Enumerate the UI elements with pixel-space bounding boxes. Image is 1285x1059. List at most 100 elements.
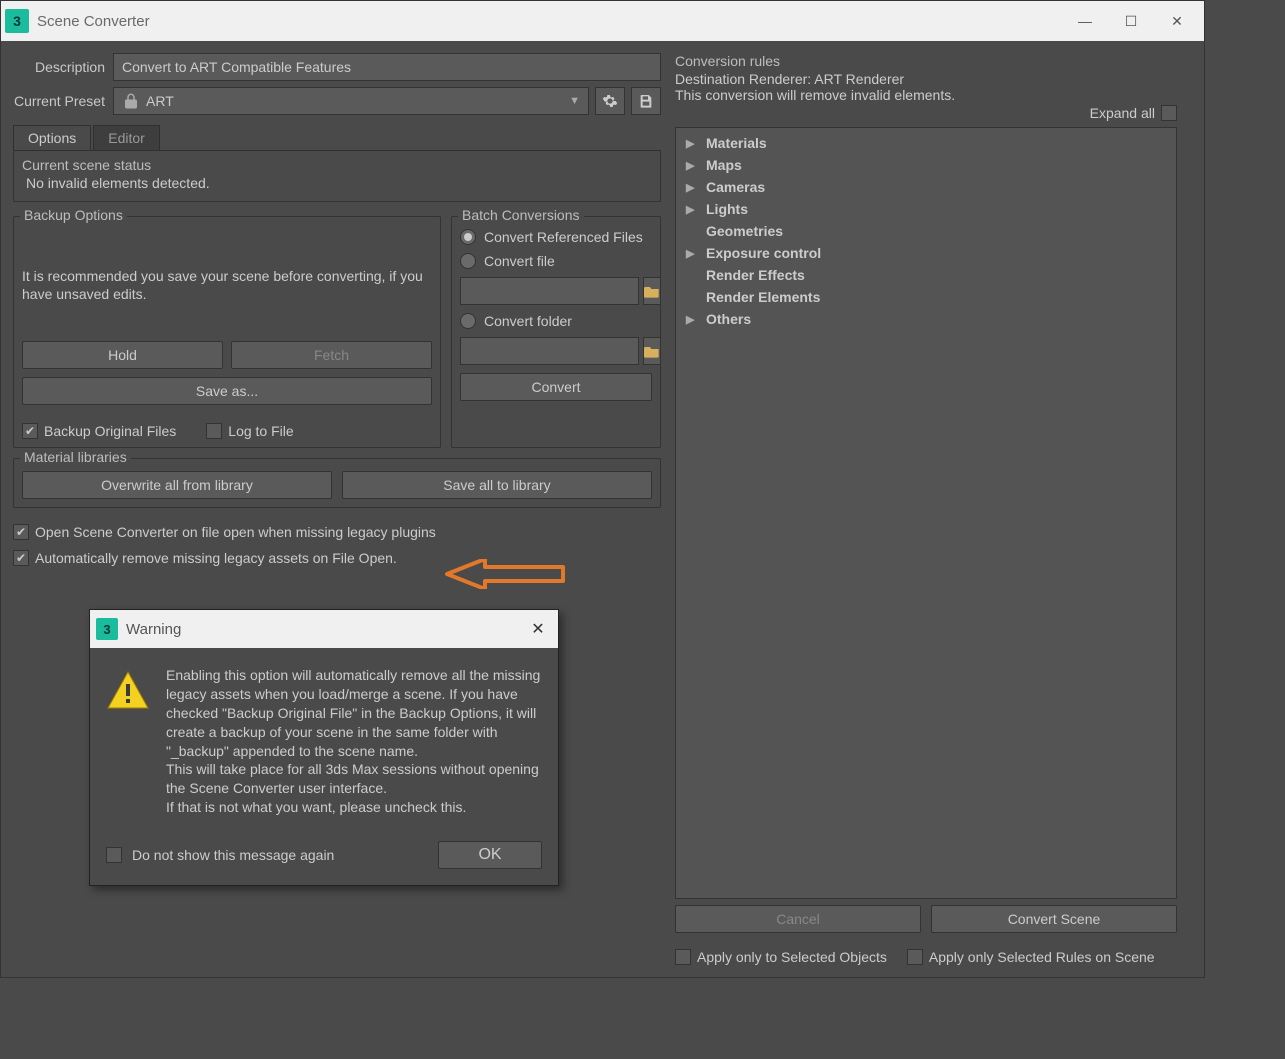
- rules-header: Conversion rules: [675, 53, 1177, 69]
- app-icon: 3: [5, 9, 29, 33]
- preset-value: ART: [146, 93, 174, 109]
- dialog-text-3: If that is not what you want, please unc…: [166, 798, 542, 817]
- auto-remove-label: Automatically remove missing legacy asse…: [35, 550, 397, 566]
- ok-button[interactable]: OK: [438, 841, 542, 869]
- status-title: Current scene status: [22, 157, 652, 173]
- status-text: No invalid elements detected.: [22, 173, 652, 193]
- tree-item[interactable]: ▶ Maps: [680, 154, 1172, 176]
- batch-title: Batch Conversions: [458, 207, 584, 223]
- chevron-down-icon: ▼: [569, 95, 580, 107]
- preset-select[interactable]: ART ▼: [113, 87, 589, 115]
- fetch-button[interactable]: Fetch: [231, 341, 432, 369]
- tree-item-label: Materials: [706, 135, 767, 151]
- log-to-file-checkbox[interactable]: [206, 423, 222, 439]
- convert-folder-path[interactable]: [460, 337, 639, 365]
- tree-item-label: Cameras: [706, 179, 765, 195]
- tab-editor[interactable]: Editor: [93, 125, 160, 150]
- expand-all-label: Expand all: [1090, 105, 1155, 121]
- scene-converter-window: 3 Scene Converter — ☐ ✕ Description Curr…: [0, 0, 1205, 978]
- dialog-text-1: Enabling this option will automatically …: [166, 666, 542, 760]
- folder-icon: [644, 284, 660, 298]
- convert-referenced-label: Convert Referenced Files: [484, 229, 643, 245]
- dialog-titlebar: 3 Warning ✕: [90, 610, 558, 648]
- apply-selected-objects-checkbox[interactable]: [675, 949, 691, 965]
- description-label: Description: [13, 59, 113, 75]
- backup-title: Backup Options: [20, 207, 127, 223]
- backup-original-label: Backup Original Files: [44, 423, 176, 439]
- settings-button[interactable]: [595, 87, 625, 115]
- tree-item-label: Maps: [706, 157, 742, 173]
- tree-item[interactable]: ▶ Cameras: [680, 176, 1172, 198]
- expand-arrow-icon: ▶: [686, 247, 698, 260]
- tree-item[interactable]: Geometries: [680, 220, 1172, 242]
- convert-file-path[interactable]: [460, 277, 639, 305]
- expand-arrow-icon: ▶: [686, 203, 698, 216]
- tree-item-label: Lights: [706, 201, 748, 217]
- matlib-title: Material libraries: [20, 449, 131, 465]
- rules-tree: ▶ Materials ▶ Maps ▶ Cameras ▶ Lights Geometries…: [675, 127, 1177, 899]
- right-panel: Conversion rules Destination Renderer: A…: [675, 53, 1177, 965]
- dont-show-label: Do not show this message again: [132, 847, 334, 863]
- backup-hint: It is recommended you save your scene be…: [22, 267, 432, 303]
- window-title: Scene Converter: [37, 13, 1062, 30]
- tree-item-label: Others: [706, 311, 751, 327]
- warning-dialog: 3 Warning ✕ Enabling this option will au…: [89, 609, 559, 886]
- apply-selected-rules-checkbox[interactable]: [907, 949, 923, 965]
- folder-icon: [644, 344, 660, 358]
- tree-item[interactable]: ▶ Lights: [680, 198, 1172, 220]
- convert-referenced-radio[interactable]: [460, 229, 476, 245]
- rules-dest: Destination Renderer: ART Renderer: [675, 71, 1177, 87]
- expand-arrow-icon: ▶: [686, 181, 698, 194]
- hold-button[interactable]: Hold: [22, 341, 223, 369]
- lock-icon: [122, 92, 140, 110]
- save-library-button[interactable]: Save all to library: [342, 471, 652, 499]
- dialog-title: Warning: [126, 621, 524, 638]
- description-input[interactable]: [113, 53, 661, 81]
- minimize-button[interactable]: —: [1062, 6, 1108, 36]
- gear-icon: [602, 93, 618, 109]
- auto-remove-checkbox[interactable]: [13, 550, 29, 566]
- dialog-text-2: This will take place for all 3ds Max ses…: [166, 760, 542, 798]
- expand-arrow-icon: ▶: [686, 159, 698, 172]
- apply-selected-objects-label: Apply only to Selected Objects: [697, 949, 887, 965]
- apply-selected-rules-label: Apply only Selected Rules on Scene: [929, 949, 1155, 965]
- expand-all-checkbox[interactable]: [1161, 105, 1177, 121]
- warning-icon: [106, 670, 150, 710]
- backup-original-checkbox[interactable]: [22, 423, 38, 439]
- rules-note: This conversion will remove invalid elem…: [675, 87, 1177, 103]
- tree-item[interactable]: ▶ Materials: [680, 132, 1172, 154]
- convert-file-radio[interactable]: [460, 253, 476, 269]
- cancel-button[interactable]: Cancel: [675, 905, 921, 933]
- save-preset-button[interactable]: [631, 87, 661, 115]
- open-on-missing-checkbox[interactable]: [13, 524, 29, 540]
- tree-item[interactable]: ▶Others: [680, 308, 1172, 330]
- tabs: Options Editor: [13, 125, 661, 151]
- save-icon: [638, 93, 654, 109]
- save-as-button[interactable]: Save as...: [22, 377, 432, 405]
- tree-item[interactable]: Render Effects: [680, 264, 1172, 286]
- tree-item[interactable]: Render Elements: [680, 286, 1172, 308]
- dialog-close-button[interactable]: ✕: [524, 619, 552, 639]
- dont-show-checkbox[interactable]: [106, 847, 122, 863]
- browse-folder-button[interactable]: [643, 337, 661, 365]
- close-button[interactable]: ✕: [1154, 6, 1200, 36]
- browse-file-button[interactable]: [643, 277, 661, 305]
- overwrite-library-button[interactable]: Overwrite all from library: [22, 471, 332, 499]
- convert-file-label: Convert file: [484, 253, 555, 269]
- tree-item-label: Exposure control: [706, 245, 821, 261]
- preset-label: Current Preset: [13, 93, 113, 109]
- maximize-button[interactable]: ☐: [1108, 6, 1154, 36]
- tab-options[interactable]: Options: [13, 125, 91, 150]
- convert-button[interactable]: Convert: [460, 373, 652, 401]
- expand-arrow-icon: ▶: [686, 137, 698, 150]
- tree-item-label: Render Elements: [706, 289, 820, 305]
- open-on-missing-label: Open Scene Converter on file open when m…: [35, 524, 436, 540]
- titlebar: 3 Scene Converter — ☐ ✕: [1, 1, 1204, 41]
- tree-item[interactable]: ▶ Exposure control: [680, 242, 1172, 264]
- app-icon: 3: [96, 618, 118, 640]
- tree-item-label: Render Effects: [706, 267, 805, 283]
- log-to-file-label: Log to File: [228, 423, 293, 439]
- tree-item-label: Geometries: [706, 223, 783, 239]
- convert-scene-button[interactable]: Convert Scene: [931, 905, 1177, 933]
- convert-folder-radio[interactable]: [460, 313, 476, 329]
